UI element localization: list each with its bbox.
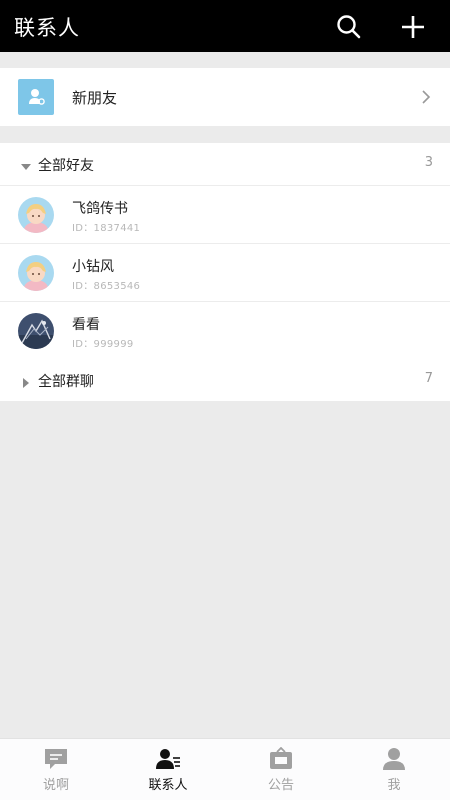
chat-bubble-icon	[43, 747, 69, 771]
contact-name: 飞鸽传书	[72, 201, 128, 217]
page-title: 联系人	[14, 16, 80, 40]
tab-me[interactable]: 我	[338, 739, 450, 800]
tab-label: 说啊	[42, 778, 69, 793]
tab-contacts[interactable]: 联系人	[112, 739, 224, 800]
contact-row[interactable]: 小钻风 ID：8653546	[0, 244, 450, 302]
contact-id: ID：8653546	[72, 281, 141, 292]
contact-row[interactable]: 看看 ID：999999	[0, 302, 450, 360]
photo-avatar-icon	[18, 313, 54, 349]
group-label: 全部好友	[38, 158, 94, 174]
search-button[interactable]	[334, 12, 364, 42]
contact-row[interactable]: 飞鸽传书 ID：1837441	[0, 186, 450, 244]
caret-down-icon	[20, 158, 32, 170]
group-count: 7	[424, 371, 433, 386]
plus-icon	[402, 16, 424, 38]
person-icon	[381, 747, 407, 771]
notice-box-icon	[268, 746, 294, 771]
new-friend-row[interactable]: 新朋友	[0, 68, 450, 126]
top-bar: 联系人	[0, 0, 450, 52]
tab-label: 我	[387, 778, 401, 793]
new-friend-label: 新朋友	[72, 89, 118, 107]
contact-id: ID：999999	[72, 339, 134, 350]
add-contact-button[interactable]	[398, 12, 428, 42]
group-all-friends[interactable]: 全部好友 3	[0, 143, 450, 185]
contact-name: 小钻风	[72, 259, 114, 275]
group-all-chats[interactable]: 全部群聊 7	[0, 359, 450, 401]
new-friend-icon	[18, 79, 54, 115]
contacts-icon	[155, 747, 181, 771]
tab-label: 联系人	[148, 778, 188, 793]
chevron-right-icon	[419, 88, 433, 106]
group-count: 3	[424, 155, 433, 170]
tab-notice[interactable]: 公告	[225, 739, 337, 800]
bottom-tab-bar: 说啊 联系人 公告 我	[0, 738, 450, 800]
contact-id: ID：1837441	[72, 223, 141, 234]
search-icon	[337, 15, 361, 39]
girl-avatar-icon	[18, 197, 54, 233]
girl-avatar-icon	[18, 255, 54, 291]
caret-right-icon	[20, 374, 32, 388]
contact-groups: 全部好友 3 飞鸽传书 ID：1837441 小钻风 ID：8653546 看看…	[0, 143, 450, 401]
group-label: 全部群聊	[38, 374, 94, 390]
tab-label: 公告	[267, 778, 294, 793]
tab-chat[interactable]: 说啊	[0, 739, 112, 800]
contact-name: 看看	[72, 317, 100, 333]
